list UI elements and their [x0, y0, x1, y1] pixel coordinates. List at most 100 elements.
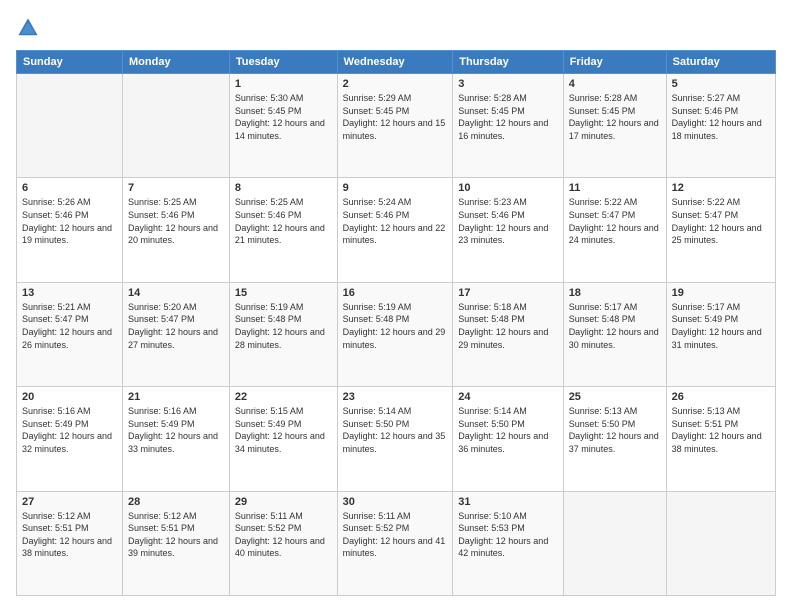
day-cell [17, 74, 123, 178]
day-number: 29 [235, 496, 332, 508]
day-cell: 31 Sunrise: 5:10 AMSunset: 5:53 PMDaylig… [453, 491, 563, 595]
day-detail: Sunrise: 5:25 AMSunset: 5:46 PMDaylight:… [128, 196, 224, 246]
day-detail: Sunrise: 5:21 AMSunset: 5:47 PMDaylight:… [22, 301, 117, 351]
day-detail: Sunrise: 5:19 AMSunset: 5:48 PMDaylight:… [343, 301, 448, 351]
logo [16, 16, 44, 40]
day-cell [666, 491, 775, 595]
calendar-table: SundayMondayTuesdayWednesdayThursdayFrid… [16, 50, 776, 596]
day-detail: Sunrise: 5:14 AMSunset: 5:50 PMDaylight:… [458, 405, 557, 455]
week-row-2: 6 Sunrise: 5:26 AMSunset: 5:46 PMDayligh… [17, 178, 776, 282]
day-cell: 22 Sunrise: 5:15 AMSunset: 5:49 PMDaylig… [229, 387, 337, 491]
day-detail: Sunrise: 5:22 AMSunset: 5:47 PMDaylight:… [569, 196, 661, 246]
day-cell: 6 Sunrise: 5:26 AMSunset: 5:46 PMDayligh… [17, 178, 123, 282]
day-cell: 20 Sunrise: 5:16 AMSunset: 5:49 PMDaylig… [17, 387, 123, 491]
day-cell: 17 Sunrise: 5:18 AMSunset: 5:48 PMDaylig… [453, 282, 563, 386]
weekday-header-sunday: Sunday [17, 51, 123, 74]
day-number: 9 [343, 182, 448, 194]
day-detail: Sunrise: 5:16 AMSunset: 5:49 PMDaylight:… [22, 405, 117, 455]
day-detail: Sunrise: 5:20 AMSunset: 5:47 PMDaylight:… [128, 301, 224, 351]
day-cell: 13 Sunrise: 5:21 AMSunset: 5:47 PMDaylig… [17, 282, 123, 386]
day-number: 7 [128, 182, 224, 194]
day-detail: Sunrise: 5:26 AMSunset: 5:46 PMDaylight:… [22, 196, 117, 246]
day-cell: 29 Sunrise: 5:11 AMSunset: 5:52 PMDaylig… [229, 491, 337, 595]
weekday-header-friday: Friday [563, 51, 666, 74]
day-cell: 5 Sunrise: 5:27 AMSunset: 5:46 PMDayligh… [666, 74, 775, 178]
day-detail: Sunrise: 5:17 AMSunset: 5:49 PMDaylight:… [672, 301, 770, 351]
page: SundayMondayTuesdayWednesdayThursdayFrid… [0, 0, 792, 612]
day-cell: 30 Sunrise: 5:11 AMSunset: 5:52 PMDaylig… [337, 491, 453, 595]
weekday-header-tuesday: Tuesday [229, 51, 337, 74]
day-cell: 2 Sunrise: 5:29 AMSunset: 5:45 PMDayligh… [337, 74, 453, 178]
day-detail: Sunrise: 5:14 AMSunset: 5:50 PMDaylight:… [343, 405, 448, 455]
day-number: 31 [458, 496, 557, 508]
day-detail: Sunrise: 5:12 AMSunset: 5:51 PMDaylight:… [128, 510, 224, 560]
weekday-header-thursday: Thursday [453, 51, 563, 74]
day-number: 5 [672, 78, 770, 90]
day-number: 27 [22, 496, 117, 508]
day-cell: 11 Sunrise: 5:22 AMSunset: 5:47 PMDaylig… [563, 178, 666, 282]
day-number: 25 [569, 391, 661, 403]
day-number: 20 [22, 391, 117, 403]
day-detail: Sunrise: 5:11 AMSunset: 5:52 PMDaylight:… [235, 510, 332, 560]
week-row-5: 27 Sunrise: 5:12 AMSunset: 5:51 PMDaylig… [17, 491, 776, 595]
day-detail: Sunrise: 5:23 AMSunset: 5:46 PMDaylight:… [458, 196, 557, 246]
weekday-header-monday: Monday [123, 51, 230, 74]
day-number: 15 [235, 287, 332, 299]
day-cell: 7 Sunrise: 5:25 AMSunset: 5:46 PMDayligh… [123, 178, 230, 282]
weekday-header-saturday: Saturday [666, 51, 775, 74]
day-number: 24 [458, 391, 557, 403]
day-detail: Sunrise: 5:10 AMSunset: 5:53 PMDaylight:… [458, 510, 557, 560]
day-cell: 18 Sunrise: 5:17 AMSunset: 5:48 PMDaylig… [563, 282, 666, 386]
day-number: 16 [343, 287, 448, 299]
weekday-header-wednesday: Wednesday [337, 51, 453, 74]
day-detail: Sunrise: 5:15 AMSunset: 5:49 PMDaylight:… [235, 405, 332, 455]
day-detail: Sunrise: 5:12 AMSunset: 5:51 PMDaylight:… [22, 510, 117, 560]
day-number: 30 [343, 496, 448, 508]
day-number: 8 [235, 182, 332, 194]
day-number: 2 [343, 78, 448, 90]
day-detail: Sunrise: 5:11 AMSunset: 5:52 PMDaylight:… [343, 510, 448, 560]
header [16, 16, 776, 40]
day-cell: 24 Sunrise: 5:14 AMSunset: 5:50 PMDaylig… [453, 387, 563, 491]
calendar-body: 1 Sunrise: 5:30 AMSunset: 5:45 PMDayligh… [17, 74, 776, 596]
day-number: 12 [672, 182, 770, 194]
day-number: 26 [672, 391, 770, 403]
day-detail: Sunrise: 5:13 AMSunset: 5:51 PMDaylight:… [672, 405, 770, 455]
week-row-1: 1 Sunrise: 5:30 AMSunset: 5:45 PMDayligh… [17, 74, 776, 178]
day-detail: Sunrise: 5:28 AMSunset: 5:45 PMDaylight:… [569, 92, 661, 142]
day-detail: Sunrise: 5:13 AMSunset: 5:50 PMDaylight:… [569, 405, 661, 455]
day-number: 4 [569, 78, 661, 90]
day-detail: Sunrise: 5:24 AMSunset: 5:46 PMDaylight:… [343, 196, 448, 246]
day-cell: 15 Sunrise: 5:19 AMSunset: 5:48 PMDaylig… [229, 282, 337, 386]
day-detail: Sunrise: 5:22 AMSunset: 5:47 PMDaylight:… [672, 196, 770, 246]
week-row-4: 20 Sunrise: 5:16 AMSunset: 5:49 PMDaylig… [17, 387, 776, 491]
day-number: 21 [128, 391, 224, 403]
day-detail: Sunrise: 5:16 AMSunset: 5:49 PMDaylight:… [128, 405, 224, 455]
day-number: 10 [458, 182, 557, 194]
day-number: 23 [343, 391, 448, 403]
day-cell: 26 Sunrise: 5:13 AMSunset: 5:51 PMDaylig… [666, 387, 775, 491]
day-cell: 3 Sunrise: 5:28 AMSunset: 5:45 PMDayligh… [453, 74, 563, 178]
day-number: 11 [569, 182, 661, 194]
day-cell: 16 Sunrise: 5:19 AMSunset: 5:48 PMDaylig… [337, 282, 453, 386]
day-number: 6 [22, 182, 117, 194]
day-number: 22 [235, 391, 332, 403]
weekday-row: SundayMondayTuesdayWednesdayThursdayFrid… [17, 51, 776, 74]
day-detail: Sunrise: 5:29 AMSunset: 5:45 PMDaylight:… [343, 92, 448, 142]
day-detail: Sunrise: 5:27 AMSunset: 5:46 PMDaylight:… [672, 92, 770, 142]
day-detail: Sunrise: 5:18 AMSunset: 5:48 PMDaylight:… [458, 301, 557, 351]
day-detail: Sunrise: 5:19 AMSunset: 5:48 PMDaylight:… [235, 301, 332, 351]
day-cell: 10 Sunrise: 5:23 AMSunset: 5:46 PMDaylig… [453, 178, 563, 282]
day-cell: 8 Sunrise: 5:25 AMSunset: 5:46 PMDayligh… [229, 178, 337, 282]
day-number: 17 [458, 287, 557, 299]
day-detail: Sunrise: 5:17 AMSunset: 5:48 PMDaylight:… [569, 301, 661, 351]
day-cell: 21 Sunrise: 5:16 AMSunset: 5:49 PMDaylig… [123, 387, 230, 491]
day-detail: Sunrise: 5:28 AMSunset: 5:45 PMDaylight:… [458, 92, 557, 142]
day-cell: 9 Sunrise: 5:24 AMSunset: 5:46 PMDayligh… [337, 178, 453, 282]
day-cell [563, 491, 666, 595]
day-number: 3 [458, 78, 557, 90]
day-cell: 28 Sunrise: 5:12 AMSunset: 5:51 PMDaylig… [123, 491, 230, 595]
day-number: 1 [235, 78, 332, 90]
day-cell [123, 74, 230, 178]
day-cell: 1 Sunrise: 5:30 AMSunset: 5:45 PMDayligh… [229, 74, 337, 178]
